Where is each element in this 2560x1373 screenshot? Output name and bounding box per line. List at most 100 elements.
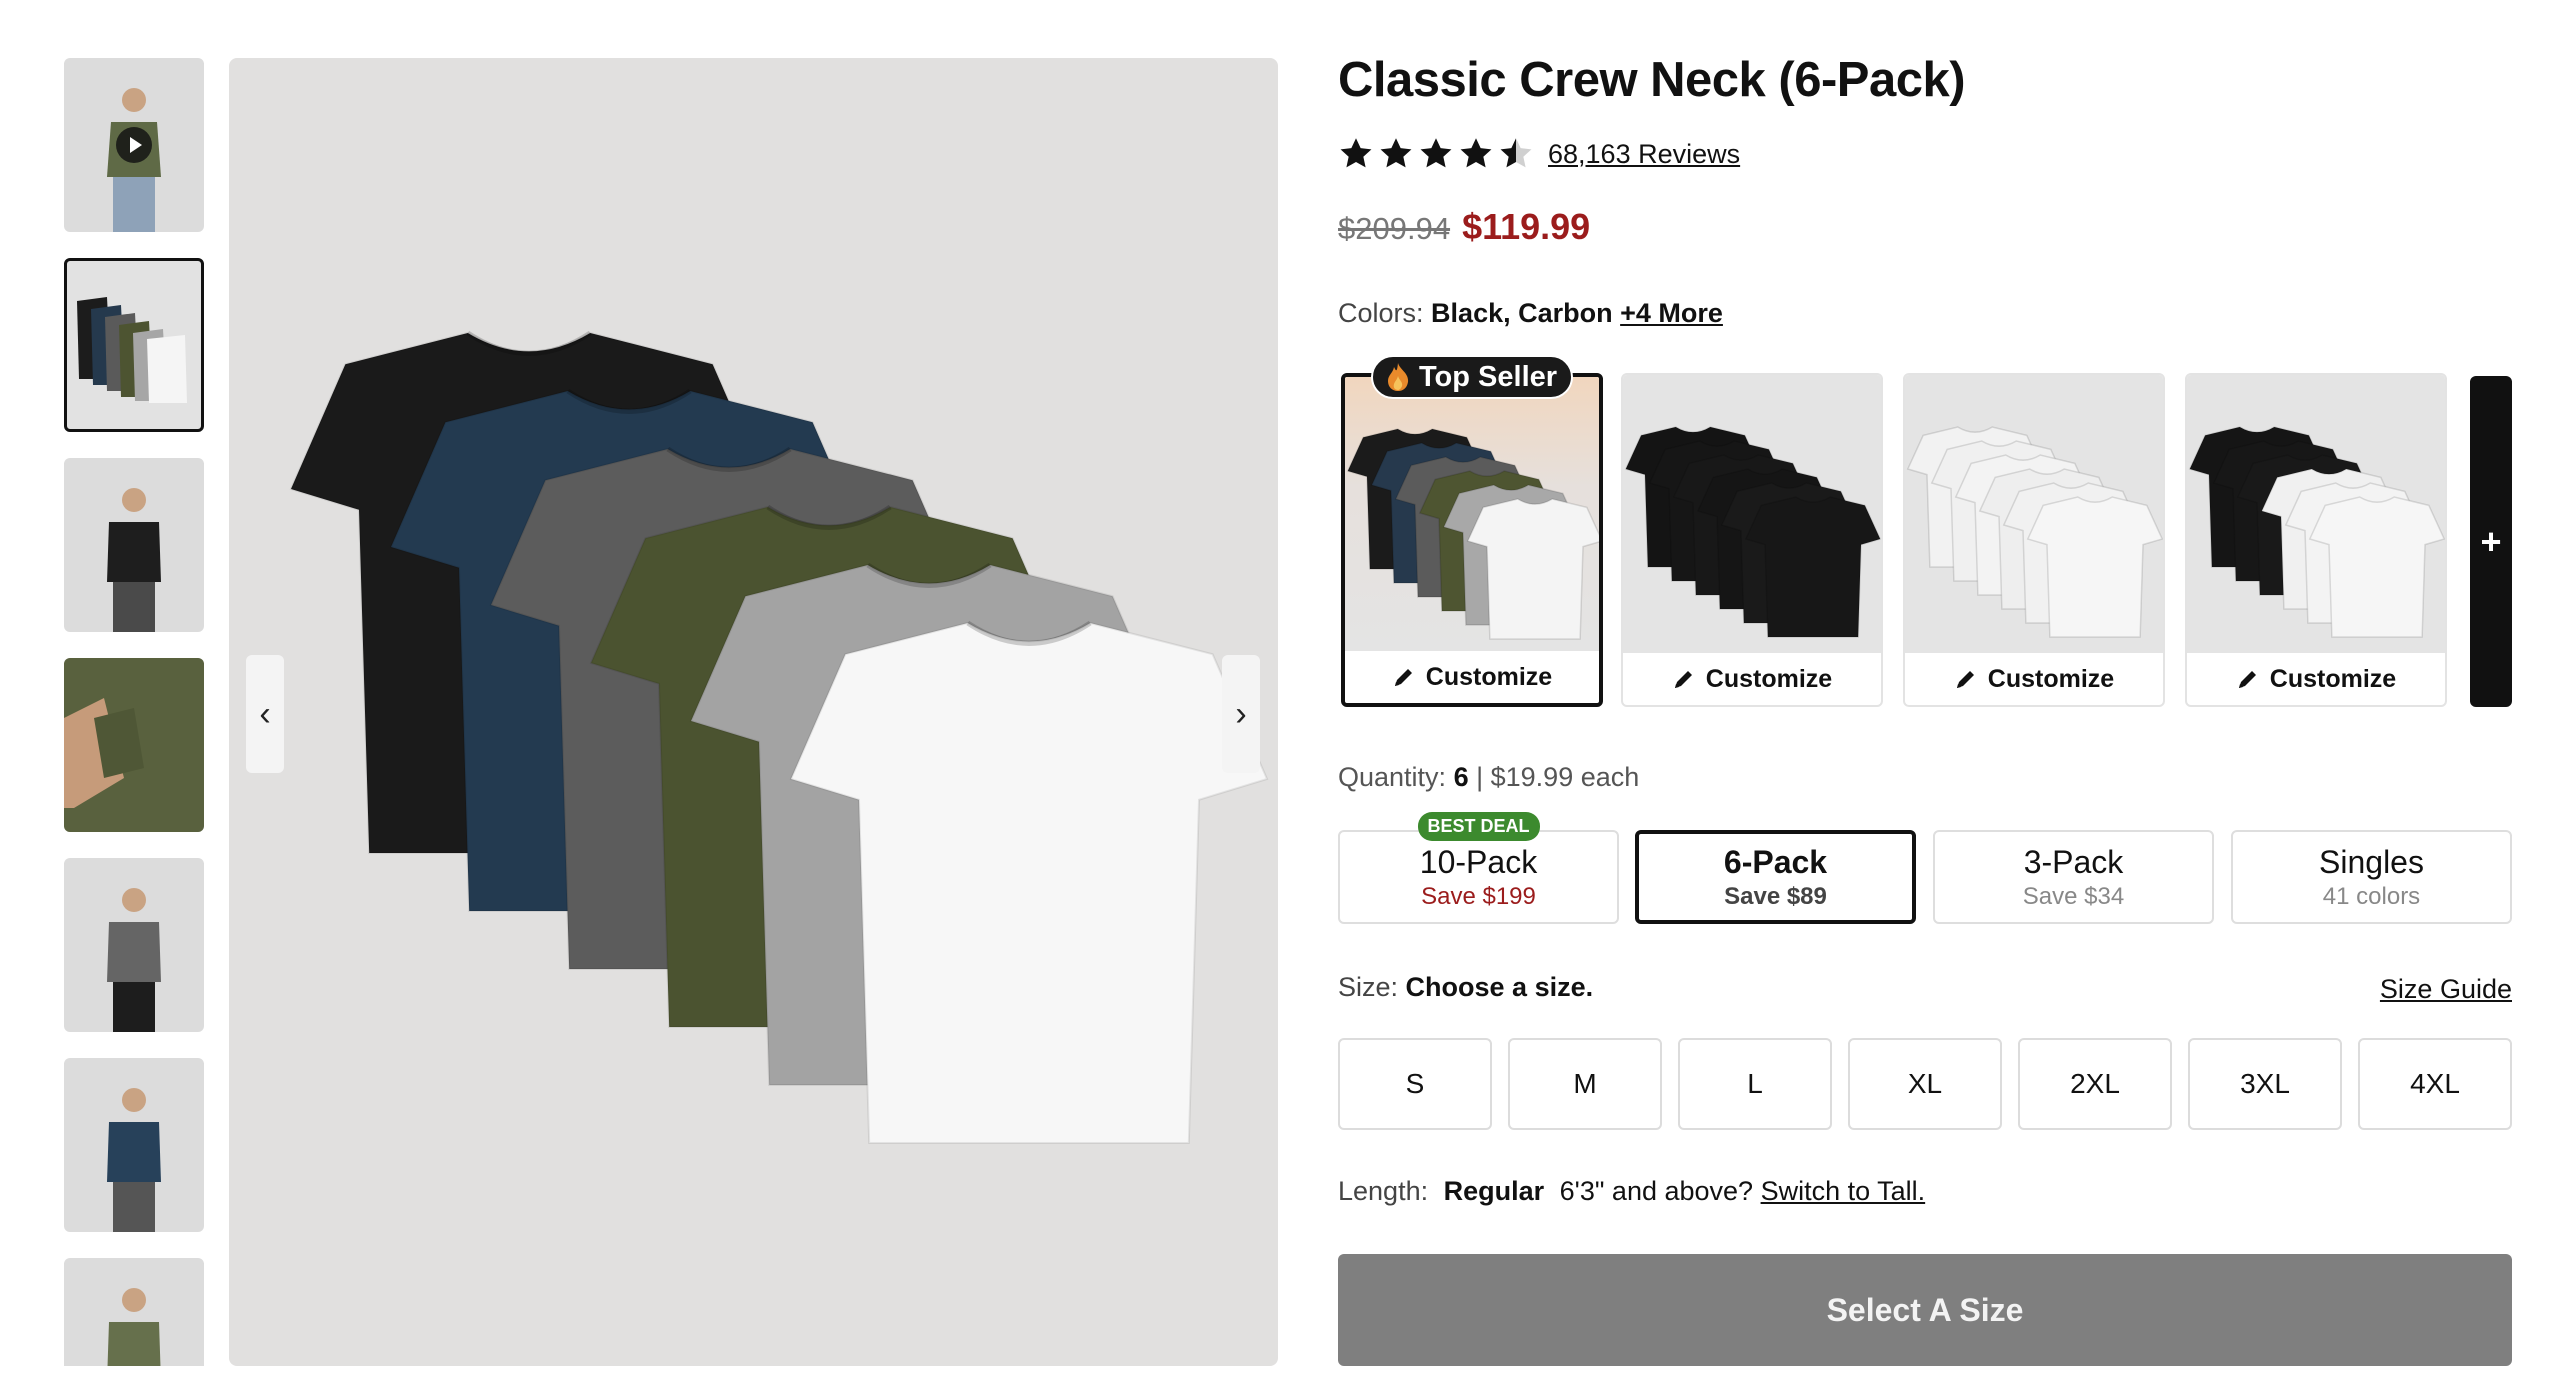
cta-label: Select A Size (1826, 1291, 2024, 1328)
shirts-fan-photo (289, 330, 1269, 1144)
customize-label: Customize (2269, 664, 2397, 693)
pack-label: 3-Pack (2023, 843, 2124, 880)
colors-line: Colors: Black, Carbon +4 More (1338, 298, 1723, 329)
model-photo (107, 888, 161, 1032)
chevron-left-icon: ‹ (259, 694, 271, 733)
quantity-label: Quantity: (1338, 762, 1447, 792)
swatch-white-pack[interactable]: Customize (1903, 373, 2165, 707)
swatch-multi-pack[interactable]: Customize (1341, 373, 1603, 707)
star-icon (1380, 138, 1412, 168)
more-colors-link[interactable]: +4 More (1620, 298, 1723, 328)
pack-label: 10-Pack (1419, 843, 1538, 880)
customize-label: Customize (1705, 664, 1833, 693)
size-option[interactable]: L (1678, 1038, 1832, 1130)
detail-photo (64, 658, 204, 832)
swatch-image (1345, 377, 1599, 651)
pack-6[interactable]: 6-Pack Save $89 (1635, 830, 1916, 924)
size-option[interactable]: 3XL (2188, 1038, 2342, 1130)
size-option[interactable]: S (1338, 1038, 1492, 1130)
sale-price: $119.99 (1462, 206, 1591, 247)
top-seller-badge: Top Seller (1371, 355, 1574, 399)
customize-button[interactable]: Customize (1623, 653, 1881, 705)
pack-savings: Save $199 (1421, 882, 1536, 910)
product-title: Classic Crew Neck (6-Pack) (1338, 53, 1966, 107)
quantity-value: 6 (1453, 762, 1469, 792)
pack-label: Singles (2319, 843, 2424, 880)
size-option[interactable]: 2XL (2018, 1038, 2172, 1130)
original-price: $209.94 (1338, 211, 1451, 246)
color-swatches: Customize Customize Customize Customize Top… (1338, 355, 2512, 707)
pack-10[interactable]: BEST DEAL 10-Pack Save $199 (1338, 812, 1619, 924)
switch-to-tall-link[interactable]: Switch to Tall. (1761, 1176, 1926, 1206)
plus-icon: + (2480, 520, 2502, 562)
customize-button[interactable]: Customize (1345, 651, 1599, 703)
thumbnail-sleeve-detail[interactable] (64, 658, 204, 832)
flame-icon (1388, 363, 1409, 391)
pack-3[interactable]: 3-Pack Save $34 (1933, 830, 2214, 924)
tall-question: 6'3" and above? (1559, 1176, 1754, 1206)
thumbnail-video[interactable] (64, 58, 204, 232)
pencil-icon (1956, 671, 1974, 688)
size-options: S M L XL 2XL 3XL 4XL (1338, 1038, 2512, 1130)
pack-label: 6-Pack (1723, 843, 1828, 880)
chevron-right-icon: › (1235, 694, 1247, 733)
length-value: Regular (1443, 1176, 1545, 1206)
customize-button[interactable]: Customize (1905, 653, 2163, 705)
pencil-icon (1674, 671, 1692, 688)
swatch-image (2187, 375, 2445, 653)
swatch-black-white-pack[interactable]: Customize (2185, 373, 2447, 707)
customize-label: Customize (1987, 664, 2115, 693)
thumbnail-pack[interactable] (64, 258, 204, 432)
pencil-icon (1394, 669, 1412, 686)
quantity-line: Quantity: 6 | $19.99 each (1338, 762, 1639, 793)
pack-singles[interactable]: Singles 41 colors (2231, 830, 2512, 924)
pencil-icon (2238, 671, 2256, 688)
pack-photo (77, 297, 187, 403)
best-deal-badge: BEST DEAL (1417, 812, 1540, 841)
price: $209.94 $119.99 (1338, 206, 1590, 248)
star-icon (1500, 138, 1532, 168)
top-seller-label: Top Seller (1419, 360, 1558, 393)
size-label: Size: (1338, 972, 1399, 1002)
model-photo (107, 1088, 161, 1232)
pack-savings: Save $34 (2022, 882, 2125, 910)
size-prompt: Choose a size. (1405, 972, 1594, 1002)
colors-label: Colors: (1338, 298, 1424, 328)
swatch-black-pack[interactable]: Customize (1621, 373, 1883, 707)
main-product-image (229, 58, 1278, 1366)
pack-options: BEST DEAL 10-Pack Save $199 6-Pack Save … (1338, 812, 2512, 924)
length-label: Length: (1338, 1176, 1429, 1206)
size-option[interactable]: 4XL (2358, 1038, 2512, 1130)
reviews-link[interactable]: 68,163 Reviews (1548, 139, 1740, 170)
length-line: Length: Regular 6'3" and above? Switch t… (1338, 1176, 1925, 1207)
thumbnail-strip (64, 58, 204, 1366)
pack-savings: Save $89 (1724, 882, 1827, 910)
model-photo (107, 488, 161, 632)
size-line: Size: Choose a size. (1338, 972, 1593, 1003)
price-each: | $19.99 each (1468, 762, 1640, 792)
thumbnail-model-navy[interactable] (64, 1058, 204, 1232)
thumbnail-model-gray[interactable] (64, 858, 204, 1032)
thumbnail-model-black[interactable] (64, 458, 204, 632)
pack-colors-count: 41 colors (2322, 882, 2421, 910)
add-more-colors-button[interactable]: + (2470, 376, 2512, 707)
size-option[interactable]: XL (1848, 1038, 2002, 1130)
next-image-button[interactable]: › (1222, 655, 1260, 773)
prev-image-button[interactable]: ‹ (246, 655, 284, 773)
star-rating (1338, 136, 1534, 172)
star-icon (1420, 138, 1452, 168)
model-photo (107, 1288, 161, 1366)
size-option[interactable]: M (1508, 1038, 1662, 1130)
customize-button[interactable]: Customize (2187, 653, 2445, 705)
rating: 68,163 Reviews (1338, 136, 1740, 172)
star-icon (1340, 138, 1372, 168)
star-icon (1460, 138, 1492, 168)
size-guide-link[interactable]: Size Guide (2380, 974, 2512, 1005)
customize-label: Customize (1425, 662, 1553, 691)
thumbnail-model-olive[interactable] (64, 1258, 204, 1366)
colors-value: Black, Carbon (1431, 298, 1613, 328)
swatch-image (1623, 375, 1881, 653)
select-size-button[interactable]: Select A Size (1338, 1254, 2512, 1366)
swatch-image (1905, 375, 2163, 653)
play-icon[interactable] (116, 127, 152, 163)
